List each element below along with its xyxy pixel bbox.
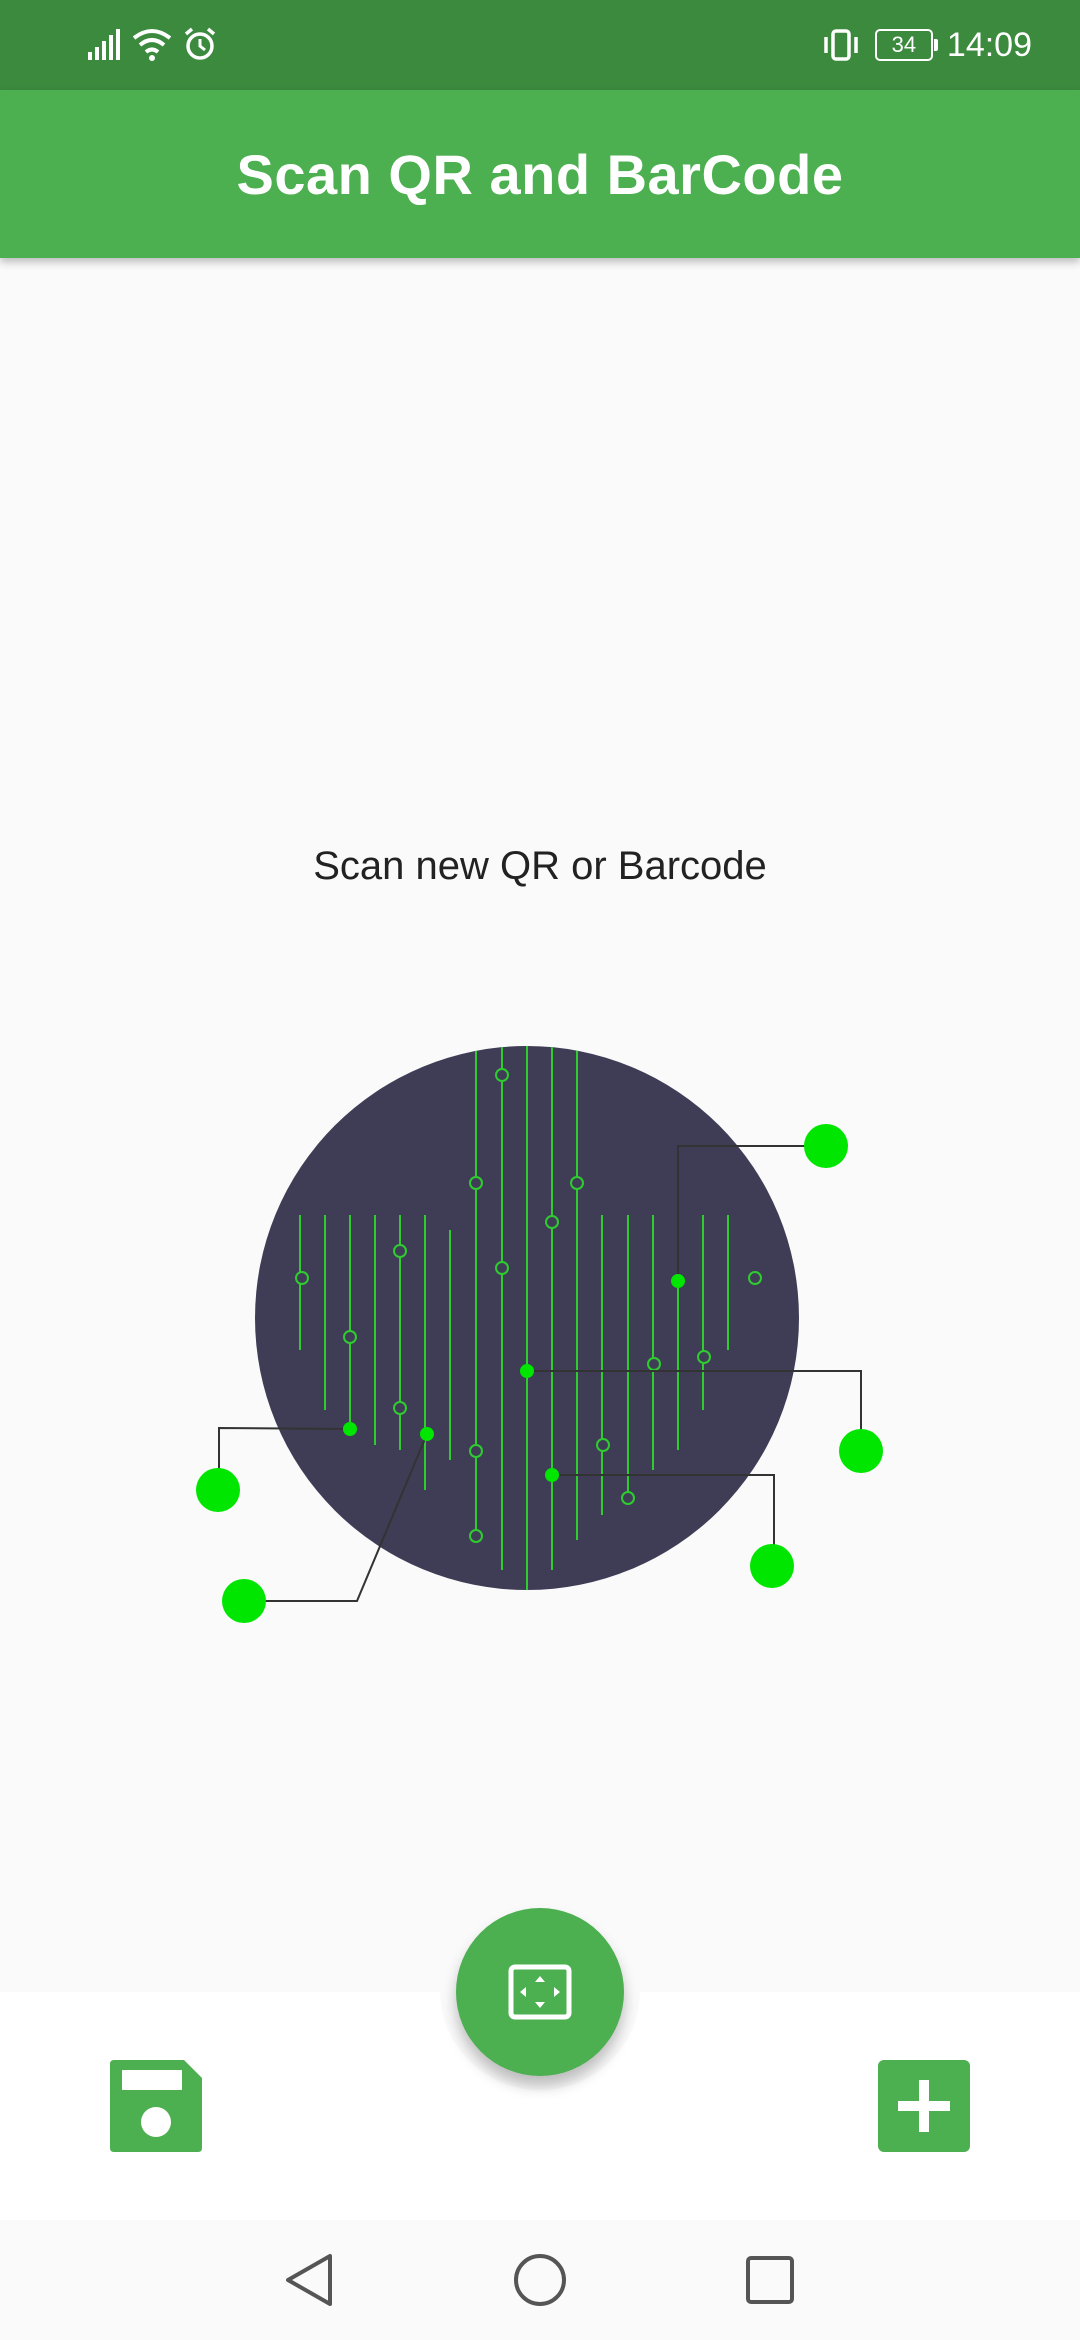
status-bar: 34 14:09 xyxy=(0,0,1080,90)
status-left-icons xyxy=(86,26,218,62)
scan-prompt: Scan new QR or Barcode xyxy=(313,844,767,888)
circuit-illustration xyxy=(196,1046,883,1623)
signal-icon xyxy=(88,29,120,60)
status-time: 14:09 xyxy=(946,26,1032,64)
scan-frame-icon xyxy=(508,1964,572,2020)
add-icon[interactable] xyxy=(878,2060,970,2152)
app-bar: Scan QR and BarCode xyxy=(0,90,1080,258)
vibrate-icon xyxy=(824,29,858,61)
scan-button[interactable] xyxy=(456,1908,624,2076)
status-right-icons: 34 14:09 xyxy=(821,22,1032,68)
save-icon[interactable] xyxy=(110,2060,202,2152)
back-icon[interactable] xyxy=(278,2250,338,2310)
battery-icon: 34 xyxy=(874,29,938,61)
home-icon[interactable] xyxy=(510,2250,570,2310)
wifi-icon xyxy=(132,29,172,61)
app-title: Scan QR and BarCode xyxy=(236,142,844,206)
recents-icon[interactable] xyxy=(740,2250,800,2310)
battery-level: 34 xyxy=(891,32,917,57)
alarm-icon xyxy=(184,27,216,60)
